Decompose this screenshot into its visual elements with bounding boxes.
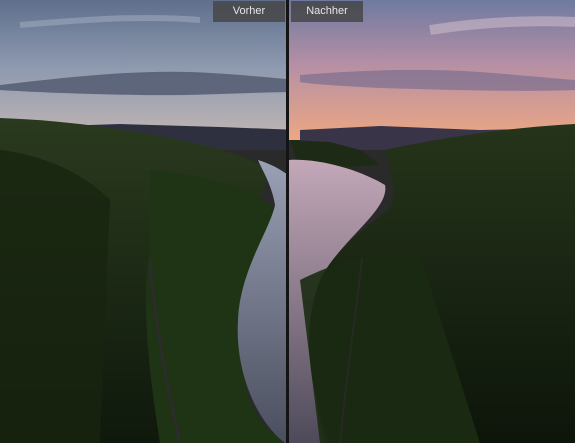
- split-divider-handle[interactable]: [286, 0, 289, 443]
- before-label[interactable]: Vorher: [213, 1, 285, 22]
- before-image-pane[interactable]: [0, 0, 287, 443]
- before-landscape-image: [0, 0, 287, 443]
- compare-viewer: Vorher Nachher: [0, 0, 575, 443]
- after-label[interactable]: Nachher: [291, 1, 363, 22]
- after-image-pane[interactable]: [289, 0, 575, 443]
- after-landscape-image: [289, 0, 575, 443]
